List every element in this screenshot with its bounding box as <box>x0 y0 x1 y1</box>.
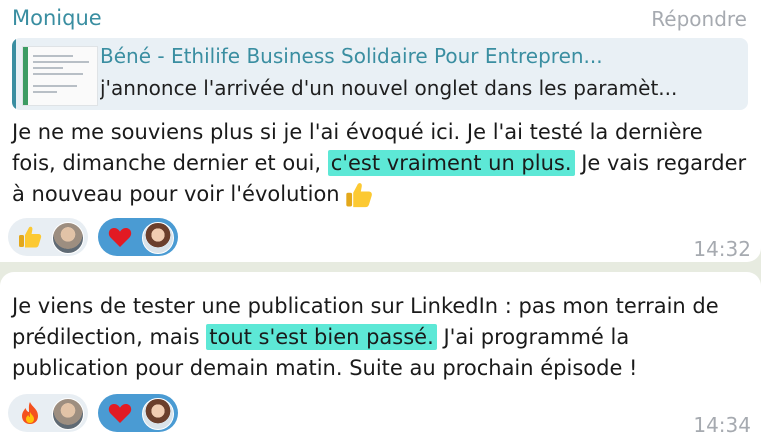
reaction-thumbs-up[interactable] <box>8 218 88 256</box>
message-time: 14:34 <box>693 413 751 437</box>
message-bubble[interactable]: Je viens de tester une publication sur L… <box>0 272 761 437</box>
red-heart-icon <box>108 227 132 247</box>
quote-accent-bar <box>12 38 16 110</box>
reaction-fire[interactable] <box>8 394 88 432</box>
reply-button[interactable]: Répondre <box>651 7 747 31</box>
message-bubble[interactable]: Monique Répondre Béné - Ethilife Busines… <box>0 0 761 262</box>
sender-name[interactable]: Monique <box>12 6 102 30</box>
highlighted-text: c'est vraiment un plus. <box>327 150 575 176</box>
reactor-avatar[interactable] <box>142 398 174 430</box>
red-heart-icon <box>108 403 132 423</box>
thumbs-up-icon <box>345 183 372 208</box>
quoted-message[interactable]: Béné - Ethilife Business Solidaire Pour … <box>12 38 748 110</box>
highlighted-text: tout s'est bien passé. <box>206 324 437 350</box>
quote-text: j'annonce l'arrivée d'un nouvel onglet d… <box>100 76 678 100</box>
thumbs-up-icon <box>19 226 42 248</box>
fire-icon <box>22 402 38 424</box>
message-time: 14:32 <box>693 237 751 261</box>
reactor-avatar[interactable] <box>142 222 174 254</box>
reactor-avatar[interactable] <box>52 398 84 430</box>
quote-thumbnail <box>22 46 98 106</box>
quote-title: Béné - Ethilife Business Solidaire Pour … <box>100 44 603 68</box>
reactor-avatar[interactable] <box>52 222 84 254</box>
message-text: Je ne me souviens plus si je l'ai évoqué… <box>12 117 752 210</box>
message-text: Je viens de tester une publication sur L… <box>12 291 752 384</box>
reaction-red-heart[interactable] <box>98 394 178 432</box>
reaction-red-heart[interactable] <box>98 218 178 256</box>
